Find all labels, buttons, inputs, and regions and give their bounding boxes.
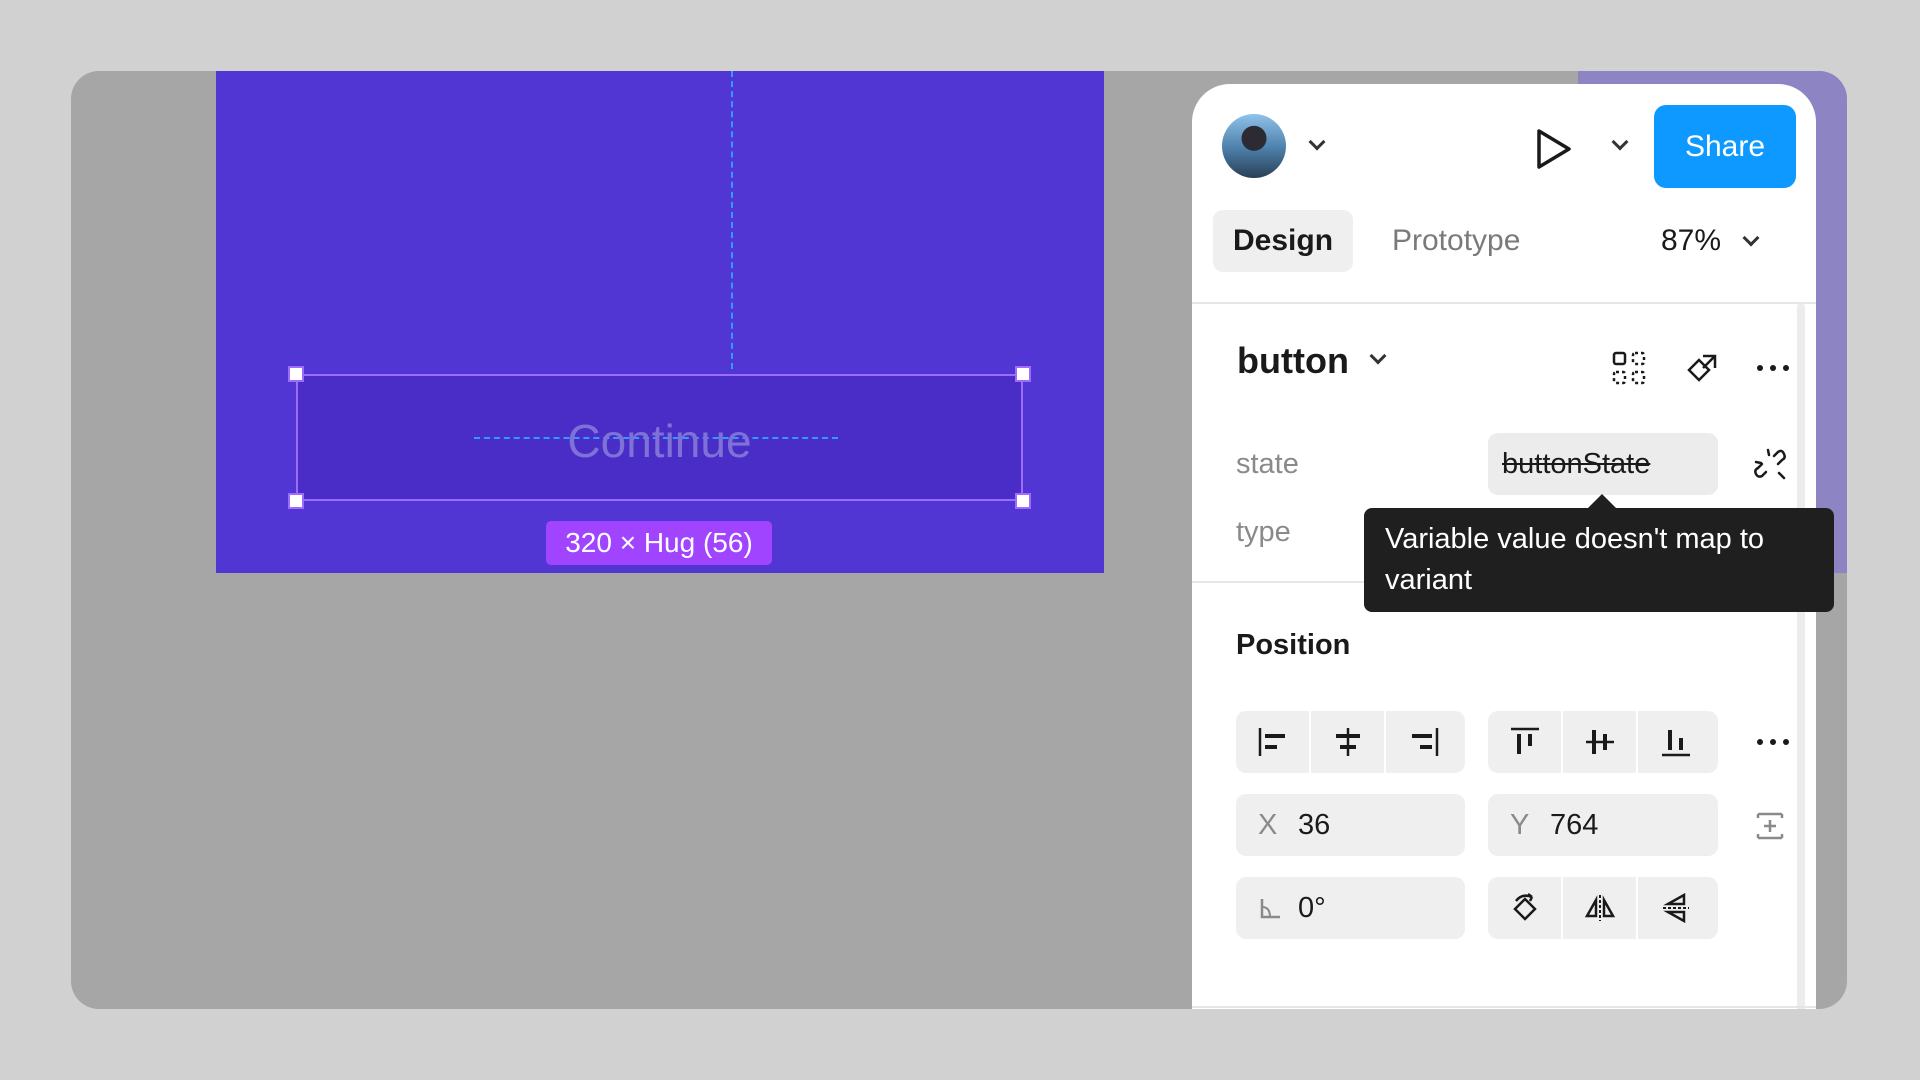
divider (1192, 302, 1816, 304)
share-button[interactable]: Share (1654, 105, 1796, 188)
flip-horizontal-icon (1584, 895, 1615, 921)
flip-horizontal-button[interactable] (1563, 877, 1638, 939)
horizontal-align-group (1236, 711, 1465, 773)
chevron-down-icon[interactable] (1611, 133, 1629, 151)
y-label: Y (1510, 809, 1530, 841)
state-variable-field[interactable]: buttonState (1488, 433, 1718, 495)
canvas-frame[interactable]: Continue 320 × Hug (56) (216, 71, 1104, 573)
tab-design[interactable]: Design (1213, 210, 1354, 272)
align-top-icon (1510, 727, 1539, 754)
detach-variable-icon[interactable] (1752, 446, 1788, 482)
tooltip: Variable value doesn't map to variant (1364, 508, 1834, 612)
state-label: state (1236, 448, 1299, 480)
component-name[interactable]: button (1237, 340, 1349, 382)
resize-handle-top-right[interactable] (1015, 366, 1031, 382)
component-instance-icon[interactable] (1611, 350, 1647, 386)
continue-text: Continue (567, 415, 752, 467)
align-left-button[interactable] (1236, 711, 1311, 773)
resize-handle-bottom-right[interactable] (1015, 493, 1031, 509)
vertical-align-group (1488, 711, 1718, 773)
selected-button-layer[interactable]: Continue (288, 366, 1031, 509)
go-to-main-component-icon[interactable] (1683, 350, 1719, 386)
align-horizontal-center-icon (1335, 728, 1360, 756)
chevron-down-icon[interactable] (1369, 347, 1387, 365)
align-left-icon (1258, 728, 1285, 756)
resize-handle-bottom-left[interactable] (288, 493, 304, 509)
align-bottom-icon (1661, 730, 1690, 757)
align-vertical-center-icon (1585, 730, 1614, 754)
align-right-button[interactable] (1386, 711, 1461, 773)
align-vertical-center-button[interactable] (1563, 711, 1638, 773)
size-badge: 320 × Hug (56) (546, 521, 772, 565)
play-icon[interactable] (1535, 128, 1573, 170)
flip-vertical-icon (1662, 892, 1689, 924)
y-value[interactable]: 764 (1550, 794, 1598, 856)
rotate-icon (1512, 893, 1537, 921)
align-top-button[interactable] (1488, 711, 1563, 773)
resize-handle-top-left[interactable] (288, 366, 304, 382)
flip-vertical-button[interactable] (1638, 877, 1713, 939)
constraints-icon[interactable] (1752, 808, 1788, 844)
chevron-down-icon[interactable] (1742, 229, 1760, 247)
chevron-down-icon[interactable] (1308, 133, 1326, 151)
divider (1192, 1006, 1816, 1008)
y-position-field[interactable]: Y 764 (1488, 794, 1718, 856)
tooltip-arrow (1588, 494, 1616, 508)
more-icon[interactable] (1755, 724, 1791, 760)
align-right-icon (1411, 728, 1438, 756)
avatar[interactable] (1222, 114, 1286, 178)
align-bottom-button[interactable] (1638, 711, 1713, 773)
position-section-title: Position (1236, 629, 1351, 661)
zoom-level[interactable]: 87% (1661, 210, 1721, 272)
transform-group (1488, 877, 1718, 939)
rotation-value[interactable]: 0° (1298, 877, 1326, 939)
x-label: X (1258, 809, 1278, 841)
type-label: type (1236, 516, 1291, 548)
scrollbar[interactable] (1797, 303, 1805, 1009)
rotation-field[interactable]: 0° (1236, 877, 1465, 939)
vertical-guide (731, 71, 733, 369)
more-icon[interactable] (1755, 350, 1791, 386)
rotate-button[interactable] (1488, 877, 1563, 939)
x-position-field[interactable]: X 36 (1236, 794, 1465, 856)
x-value[interactable]: 36 (1298, 794, 1330, 856)
angle-icon (1260, 899, 1280, 919)
align-horizontal-center-button[interactable] (1311, 711, 1386, 773)
tab-prototype[interactable]: Prototype (1372, 210, 1540, 272)
